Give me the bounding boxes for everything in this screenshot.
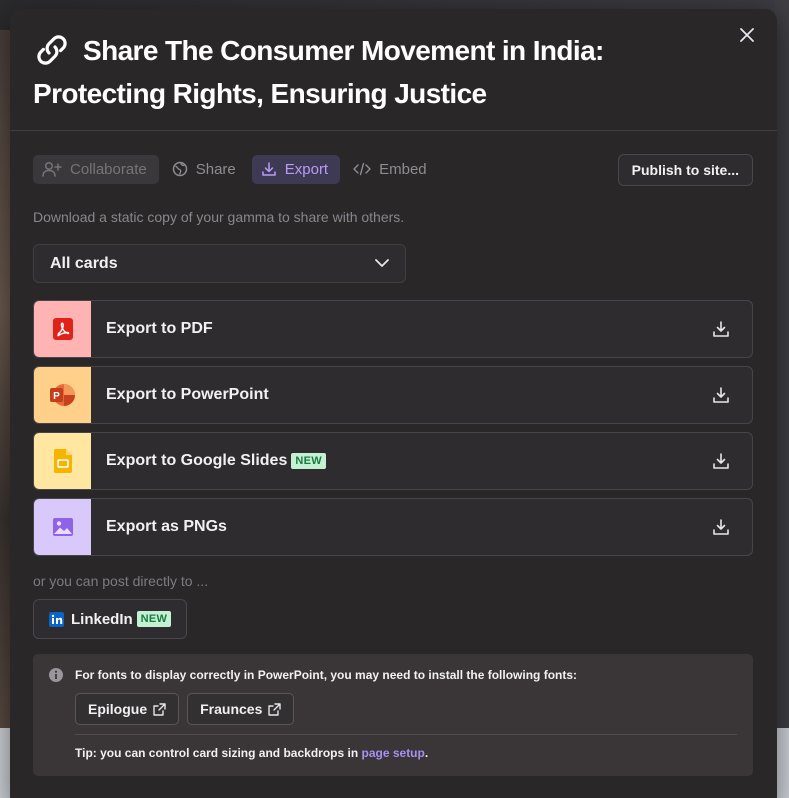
export-google-slides-icon-box: [34, 433, 91, 489]
export-pdf-label: Export to PDF: [106, 320, 213, 337]
powerpoint-icon: P: [49, 384, 75, 406]
font-link-label: Epilogue: [88, 701, 148, 717]
tab-share[interactable]: Share: [163, 155, 248, 184]
code-icon: [353, 162, 371, 176]
share-modal: Share The Consumer Movement in India: Pr…: [10, 9, 777, 798]
tab-export-label: Export: [284, 160, 329, 178]
export-pdf-button[interactable]: Export to PDF: [33, 300, 753, 358]
download-icon: [713, 453, 729, 469]
info-icon: [49, 668, 63, 682]
chevron-down-icon: [375, 259, 389, 267]
info-divider: [75, 734, 737, 735]
export-pngs-button[interactable]: Export as PNGs: [33, 498, 753, 556]
font-info-message: For fonts to display correctly in PowerP…: [75, 668, 578, 682]
external-link-icon: [268, 702, 282, 716]
external-link-icon: [153, 702, 166, 716]
image-icon: [52, 518, 73, 536]
close-button[interactable]: [735, 23, 759, 47]
download-icon: [713, 321, 729, 337]
export-powerpoint-button[interactable]: P Export to PowerPoint: [33, 366, 753, 424]
tab-collaborate-label: Collaborate: [70, 160, 147, 178]
export-pdf-icon-box: [34, 301, 91, 357]
tab-embed[interactable]: Embed: [344, 155, 439, 184]
export-description: Download a static copy of your gamma to …: [33, 209, 405, 225]
publish-to-site-button[interactable]: Publish to site...: [617, 154, 753, 186]
tab-share-label: Share: [195, 160, 236, 178]
font-info-box: For fonts to display correctly in PowerP…: [33, 654, 753, 776]
new-badge: NEW: [136, 611, 172, 627]
modal-title: Share The Consumer Movement in India: Pr…: [33, 29, 604, 115]
download-icon: [262, 162, 276, 176]
pdf-icon: [52, 318, 73, 340]
linkedin-label: LinkedIn: [71, 610, 133, 628]
export-google-slides-button[interactable]: Export to Google Slides NEW: [33, 432, 753, 490]
modal-header: Share The Consumer Movement in India: Pr…: [10, 9, 777, 131]
font-link-epilogue[interactable]: Epilogue: [75, 693, 180, 725]
export-powerpoint-label: Export to PowerPoint: [106, 386, 269, 403]
modal-title-line1: Share The Consumer Movement in India:: [83, 35, 604, 66]
tab-embed-label: Embed: [379, 160, 427, 178]
font-link-fraunces[interactable]: Fraunces: [187, 693, 295, 725]
google-slides-icon: [53, 449, 72, 473]
page-setup-tip: Tip: you can control card sizing and bac…: [75, 746, 738, 760]
export-pngs-icon-box: [34, 499, 91, 555]
svg-text:P: P: [53, 391, 60, 402]
tip-prefix: Tip: you can control card sizing and bac…: [75, 746, 362, 760]
export-options-list: Export to PDF P Export to PowerPoint Exp…: [33, 300, 753, 556]
export-powerpoint-icon-box: P: [34, 367, 91, 423]
download-icon: [713, 519, 729, 535]
globe-icon: [172, 161, 187, 177]
tab-export[interactable]: Export: [251, 154, 341, 184]
page-setup-link[interactable]: page setup: [362, 746, 425, 760]
card-scope-select[interactable]: All cards: [33, 244, 406, 283]
modal-title-line2: Protecting Rights, Ensuring Justice: [33, 78, 487, 109]
card-scope-value: All cards: [50, 254, 118, 272]
background-document-edge: [775, 0, 789, 798]
download-icon: [713, 387, 729, 403]
link-icon: [37, 35, 67, 65]
close-icon: [740, 28, 754, 42]
post-directly-text: or you can post directly to ...: [33, 573, 209, 589]
tip-suffix: .: [424, 746, 429, 760]
linkedin-icon: [49, 611, 64, 627]
new-badge: NEW: [291, 453, 326, 469]
add-user-icon: [42, 161, 62, 177]
export-google-slides-label: Export to Google Slides: [106, 452, 288, 469]
export-pngs-label: Export as PNGs: [106, 518, 227, 535]
tab-collaborate[interactable]: Collaborate: [33, 154, 159, 184]
font-link-label: Fraunces: [200, 701, 263, 717]
linkedin-button[interactable]: LinkedIn NEW: [33, 599, 188, 639]
